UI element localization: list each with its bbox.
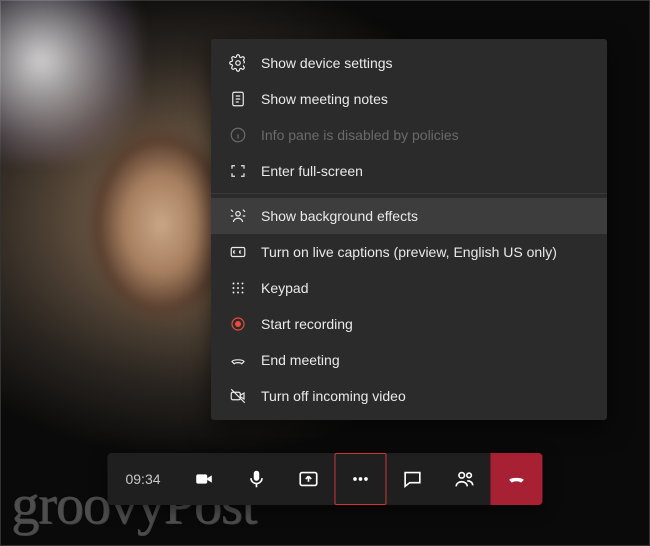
menu-item-live-captions[interactable]: Turn on live captions (preview, English … (211, 234, 607, 270)
background-effects-icon (229, 207, 247, 225)
incoming-video-off-icon (229, 387, 247, 405)
menu-item-device-settings[interactable]: Show device settings (211, 45, 607, 81)
call-duration: 09:34 (107, 471, 178, 487)
camera-button[interactable] (179, 453, 231, 505)
menu-item-label: Enter full-screen (261, 163, 363, 179)
chat-button[interactable] (387, 453, 439, 505)
menu-item-label: Info pane is disabled by policies (261, 127, 459, 143)
menu-item-end-meeting[interactable]: End meeting (211, 342, 607, 378)
call-toolbar: 09:34 (107, 453, 542, 505)
record-icon (229, 315, 247, 333)
menu-item-start-recording[interactable]: Start recording (211, 306, 607, 342)
menu-item-label: Show meeting notes (261, 91, 388, 107)
menu-item-label: End meeting (261, 352, 340, 368)
menu-item-background-effects[interactable]: Show background effects (211, 198, 607, 234)
hangup-button[interactable] (491, 453, 543, 505)
info-icon (229, 126, 247, 144)
menu-item-label: Keypad (261, 280, 308, 296)
menu-item-meeting-notes[interactable]: Show meeting notes (211, 81, 607, 117)
keypad-icon (229, 279, 247, 297)
fullscreen-icon (229, 162, 247, 180)
captions-icon (229, 243, 247, 261)
menu-item-turn-off-incoming-video[interactable]: Turn off incoming video (211, 378, 607, 414)
share-screen-button[interactable] (283, 453, 335, 505)
menu-item-label: Show background effects (261, 208, 418, 224)
menu-divider (211, 193, 607, 194)
menu-item-label: Show device settings (261, 55, 393, 71)
more-actions-menu: Show device settings Show meeting notes … (211, 39, 607, 420)
microphone-button[interactable] (231, 453, 283, 505)
more-actions-button[interactable] (335, 453, 387, 505)
end-meeting-icon (229, 351, 247, 369)
menu-item-info-pane-disabled: Info pane is disabled by policies (211, 117, 607, 153)
menu-item-keypad[interactable]: Keypad (211, 270, 607, 306)
menu-item-label: Start recording (261, 316, 353, 332)
menu-item-fullscreen[interactable]: Enter full-screen (211, 153, 607, 189)
participants-button[interactable] (439, 453, 491, 505)
menu-item-label: Turn off incoming video (261, 388, 406, 404)
notes-icon (229, 90, 247, 108)
menu-item-label: Turn on live captions (preview, English … (261, 244, 557, 260)
gear-icon (229, 54, 247, 72)
